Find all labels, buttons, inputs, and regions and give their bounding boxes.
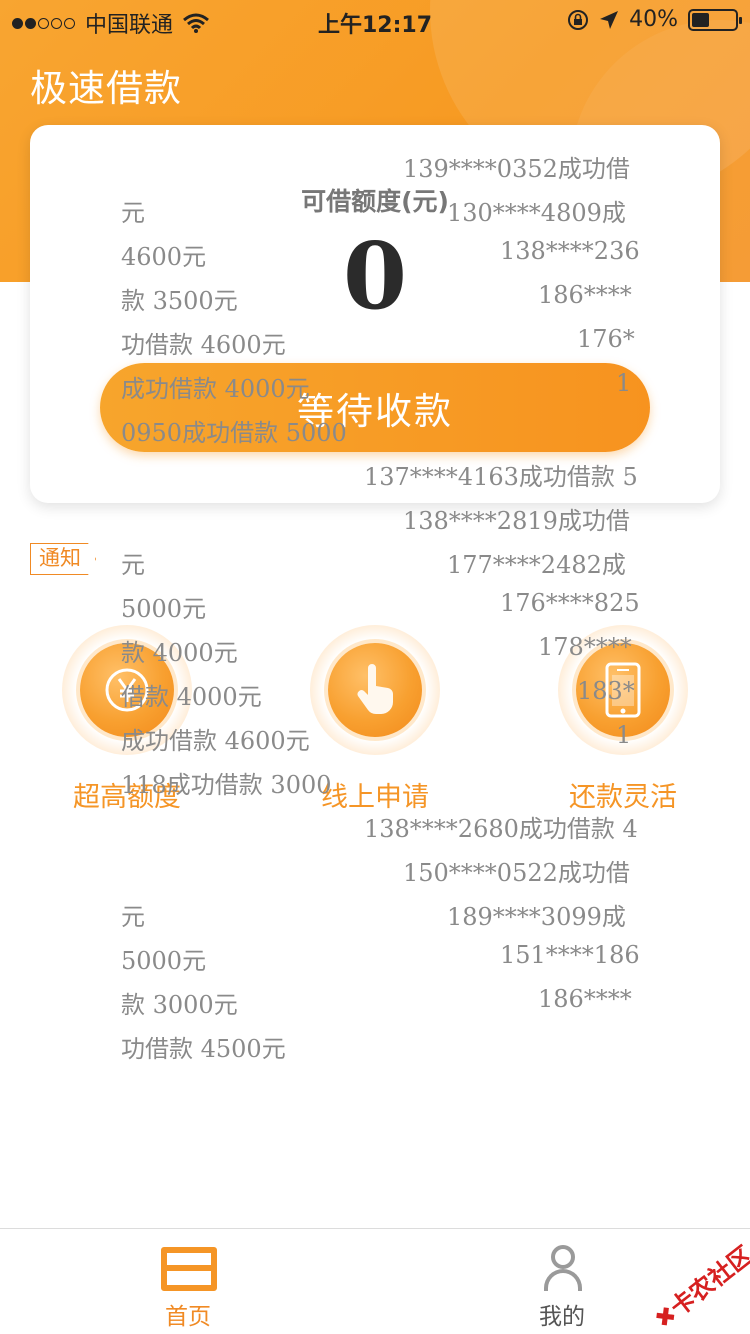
- hand-pointer-icon: [328, 643, 422, 737]
- battery-icon: [688, 8, 742, 31]
- feature-online-apply[interactable]: 线上申请: [310, 625, 440, 813]
- user-icon: [544, 1245, 582, 1293]
- feature-label: 线上申请: [321, 782, 429, 813]
- location-arrow-icon: [600, 10, 619, 29]
- status-bar: 中国联通 上午12:17 40%: [0, 0, 750, 40]
- phone-icon: [576, 643, 670, 737]
- tab-mine-label: 我的: [539, 1304, 585, 1330]
- battery-percent: 40%: [629, 7, 678, 32]
- ticker-line: 5000元: [121, 947, 207, 975]
- yen-coin-icon: [80, 643, 174, 737]
- feature-label: 超高额度: [73, 782, 181, 813]
- await-payment-button[interactable]: 等待收款: [100, 363, 650, 452]
- feature-label: 还款灵活: [569, 782, 677, 813]
- ticker-line: 138****2680成功借款 4: [364, 815, 638, 843]
- feature-flexible-repayment[interactable]: 还款灵活: [558, 625, 688, 813]
- ticker-line: 元: [121, 551, 145, 579]
- page-title: 极速借款: [30, 67, 182, 110]
- tab-bar: 首页 我的: [0, 1228, 750, 1334]
- credit-limit-value: 0: [342, 222, 407, 330]
- ticker-line: 150****0522成功借: [403, 859, 630, 887]
- ticker-line: 功借款 4500元: [121, 1035, 286, 1063]
- feature-high-limit[interactable]: 超高额度: [62, 625, 192, 813]
- tab-home-label: 首页: [165, 1304, 211, 1330]
- ticker-line: 189****3099成: [447, 903, 626, 931]
- ticker-line: 138****2819成功借: [403, 507, 630, 535]
- ticker-line: 款 3000元: [121, 991, 238, 1019]
- ticker-line: 176****825: [500, 589, 640, 617]
- home-card-icon: [161, 1247, 217, 1291]
- credit-limit-label: 可借额度(元): [301, 187, 449, 216]
- ticker-line: 186****: [538, 985, 632, 1013]
- ticker-line: 5000元: [121, 595, 207, 623]
- notice-tag: 通知: [30, 543, 96, 575]
- tab-home[interactable]: 首页: [128, 1229, 248, 1334]
- ticker-line: 177****2482成: [447, 551, 626, 579]
- ticker-line: 元: [121, 903, 145, 931]
- rotation-lock-icon: [568, 9, 589, 30]
- ticker-line: 151****186: [500, 941, 640, 969]
- tab-mine[interactable]: 我的: [502, 1229, 622, 1334]
